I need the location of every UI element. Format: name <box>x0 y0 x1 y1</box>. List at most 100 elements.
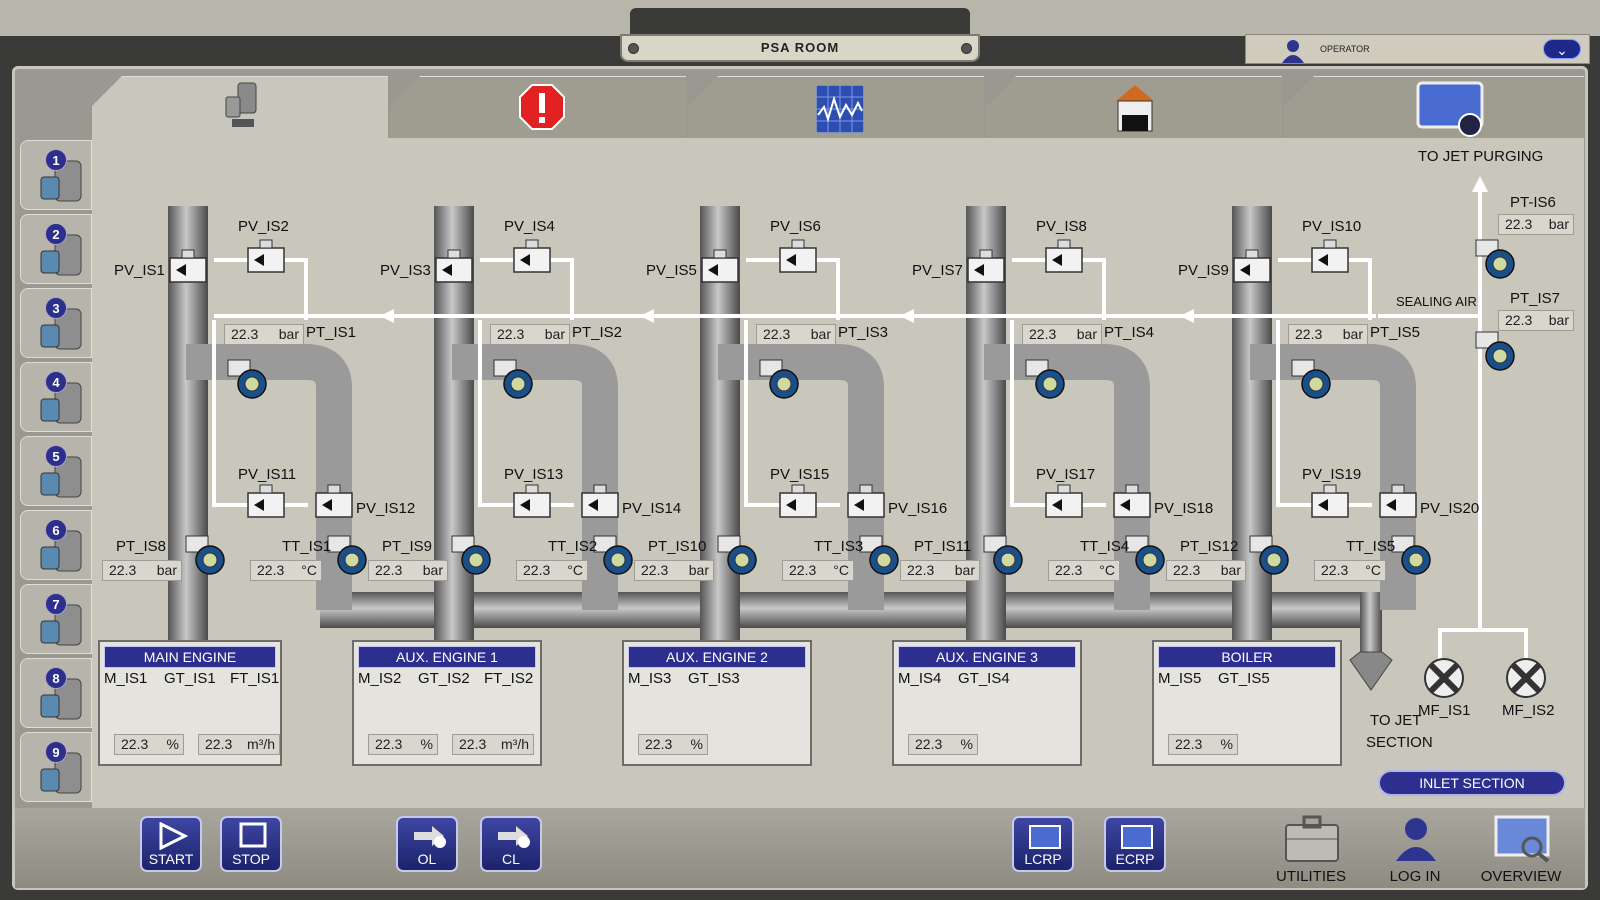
pressure-readout: 22.3 bar <box>1288 324 1368 345</box>
lcrp-button[interactable]: LCRP <box>1012 816 1074 872</box>
to-jet-section-label: TO JET <box>1370 712 1422 729</box>
valve-pv-is13[interactable] <box>513 484 551 518</box>
valve-label: PV_IS3 <box>380 262 431 279</box>
valve-pv-is6[interactable] <box>779 239 817 273</box>
percent-readout: 22.3% <box>114 734 184 755</box>
ecrp-button[interactable]: ECRP <box>1104 816 1166 872</box>
equipment-panel: MAIN ENGINE M_IS1 GT_IS1 FT_IS1 22.3% 22.3 m³/… <box>98 640 282 766</box>
pressure-readout: 22.3 bar <box>900 560 980 581</box>
toolbox-icon <box>1285 815 1339 862</box>
equipment-panel: BOILER M_IS5 GT_IS5 22.3% <box>1152 640 1342 766</box>
percent-readout: 22.3% <box>908 734 978 755</box>
gas-transmitter-label: GT_IS5 <box>1218 670 1270 687</box>
temperature-readout: 22.3 °C <box>250 560 322 581</box>
temperature-label: TT_IS2 <box>548 538 598 555</box>
flow-arrow-icon <box>380 309 394 323</box>
panel-title: AUX. ENGINE 3 <box>898 646 1076 668</box>
overview-button[interactable]: OVERVIEW <box>1476 815 1566 885</box>
panel-title: AUX. ENGINE 2 <box>628 646 806 668</box>
valve-label: PV_IS4 <box>504 218 555 235</box>
ol-button[interactable]: OL <box>396 816 458 872</box>
gas-transmitter-label: GT_IS3 <box>688 670 740 687</box>
flow-transmitter-label: FT_IS1 <box>230 670 280 687</box>
play-icon <box>159 822 188 850</box>
pressure-label: PT_IS3 <box>838 324 889 341</box>
pressure-readout: 22.3 bar <box>490 324 570 345</box>
valve-pv-is15[interactable] <box>779 484 817 518</box>
valve-label: PV_IS2 <box>238 218 289 235</box>
valve-label: PV_IS6 <box>770 218 821 235</box>
valve-label: PV_IS11 <box>238 466 297 483</box>
pressure-label: PT_IS8 <box>116 538 167 555</box>
cl-button[interactable]: CL <box>480 816 542 872</box>
stop-button[interactable]: STOP <box>220 816 282 872</box>
mf-is1-label: MF_IS1 <box>1418 702 1471 719</box>
temperature-readout: 22.3 °C <box>782 560 854 581</box>
to-jet-section-label-2: SECTION <box>1366 734 1433 751</box>
start-button[interactable]: START <box>140 816 202 872</box>
pressure-label: PT_IS2 <box>572 324 623 341</box>
pressure-readout: 22.3 bar <box>102 560 182 581</box>
valve-label: PV_IS17 <box>1036 466 1096 483</box>
motor-label: M_IS1 <box>104 670 148 687</box>
motor-label: M_IS3 <box>628 670 672 687</box>
valve-label: PV_IS1 <box>114 262 165 279</box>
valve-label: PV_IS13 <box>504 466 564 483</box>
overview-icon <box>1494 815 1550 863</box>
panel-title: MAIN ENGINE <box>104 646 276 668</box>
flow-arrow-up-icon <box>1472 176 1488 192</box>
pressure-label: PT_IS1 <box>306 324 357 341</box>
login-button[interactable]: LOG IN <box>1370 815 1460 885</box>
to-jet-purging-label: TO JET PURGING <box>1418 148 1544 165</box>
valve-label: PV_IS15 <box>770 466 830 483</box>
flow-readout: 22.3 m³/h <box>452 734 534 755</box>
valve-pv-is8[interactable] <box>1045 239 1083 273</box>
gas-transmitter-label: GT_IS2 <box>418 670 470 687</box>
pressure-label: PT_IS5 <box>1370 324 1421 341</box>
pressure-readout: 22.3 bar <box>1022 324 1102 345</box>
utilities-button[interactable]: UTILITIES <box>1266 815 1356 885</box>
valve-label: PV_IS20 <box>1420 500 1480 517</box>
valve-pv-is11[interactable] <box>247 484 285 518</box>
motor-label: M_IS5 <box>1158 670 1202 687</box>
valve-pv-is10[interactable] <box>1311 239 1349 273</box>
temperature-label: TT_IS1 <box>282 538 332 555</box>
pressure-label: PT_IS11 <box>914 538 972 555</box>
outlet-arrow-icon <box>1349 651 1393 691</box>
valve-pv-is2[interactable] <box>247 239 285 273</box>
arrow-right-icon <box>414 826 446 848</box>
pressure-readout: 22.3 bar <box>756 324 836 345</box>
equipment-panel: AUX. ENGINE 3 M_IS4 GT_IS4 22.3% <box>892 640 1082 766</box>
temperature-label: TT_IS5 <box>1346 538 1396 555</box>
inlet-section-button[interactable]: INLET SECTION <box>1378 770 1566 796</box>
flow-readout: 22.3 m³/h <box>198 734 280 755</box>
outlet-pipe <box>1360 592 1382 652</box>
flow-arrow-icon <box>640 309 654 323</box>
temperature-label: TT_IS3 <box>814 538 864 555</box>
fan-mf-is1[interactable] <box>1424 658 1464 698</box>
pt-is7-readout: 22.3 bar <box>1498 310 1574 331</box>
temperature-readout: 22.3 °C <box>1048 560 1120 581</box>
temperature-label: TT_IS4 <box>1080 538 1130 555</box>
valve-label: PV_IS14 <box>622 500 682 517</box>
equipment-panel: AUX. ENGINE 2 M_IS3 GT_IS3 22.3% <box>622 640 812 766</box>
valve-label: PV_IS19 <box>1302 466 1362 483</box>
mf-is2-label: MF_IS2 <box>1502 702 1555 719</box>
pressure-label: PT_IS9 <box>382 538 433 555</box>
percent-readout: 22.3% <box>1168 734 1238 755</box>
sealing-air-label: SEALING AIR <box>1396 294 1477 309</box>
valve-label: PV_IS8 <box>1036 218 1087 235</box>
temperature-readout: 22.3 °C <box>516 560 588 581</box>
valve-pv-is19[interactable] <box>1311 484 1349 518</box>
valve-label: PV_IS18 <box>1154 500 1214 517</box>
valve-pv-is4[interactable] <box>513 239 551 273</box>
pressure-label: PT_IS12 <box>1180 538 1239 555</box>
panel-title: AUX. ENGINE 1 <box>358 646 536 668</box>
pt-is7-label: PT_IS7 <box>1510 290 1561 307</box>
pt-is6-readout: 22.3 bar <box>1498 214 1574 235</box>
valve-pv-is17[interactable] <box>1045 484 1083 518</box>
flow-arrow-icon <box>1180 309 1194 323</box>
motor-label: M_IS2 <box>358 670 402 687</box>
pt-is6-label: PT-IS6 <box>1510 194 1556 211</box>
fan-mf-is2[interactable] <box>1506 658 1546 698</box>
